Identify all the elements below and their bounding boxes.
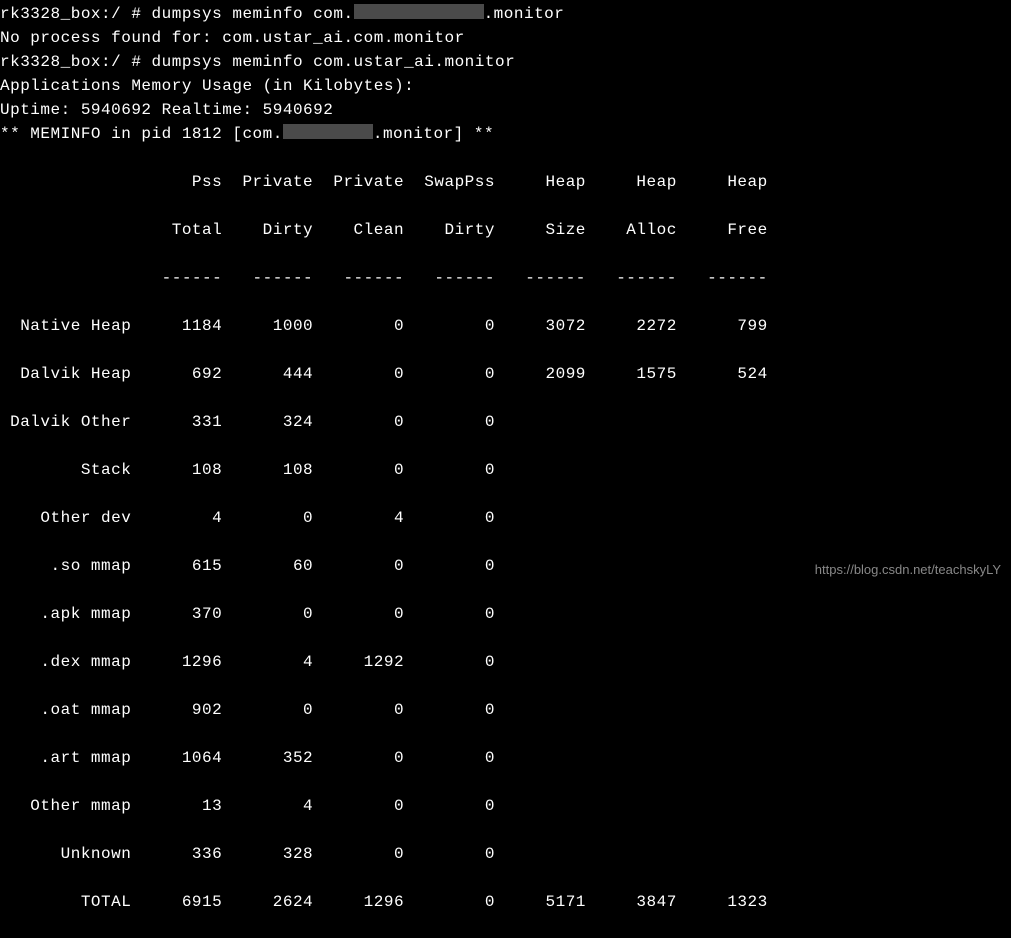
table-row-apk-mmap: .apk mmap 370 0 0 0 xyxy=(0,602,1011,626)
table-row-art-mmap: .art mmap 1064 352 0 0 xyxy=(0,746,1011,770)
table-header-row2: Total Dirty Clean Dirty Size Alloc Free xyxy=(0,218,1011,242)
table-row-oat-mmap: .oat mmap 902 0 0 0 xyxy=(0,698,1011,722)
prompt1-suffix: .monitor xyxy=(484,5,565,23)
redacted-block-1 xyxy=(354,4,484,19)
command-line-1: rk3328_box:/ # dumpsys meminfo com. .moni… xyxy=(0,2,1011,26)
table-row-dex-mmap: .dex mmap 1296 4 1292 0 xyxy=(0,650,1011,674)
table-row-other-mmap: Other mmap 13 4 0 0 xyxy=(0,794,1011,818)
table-row-native-heap: Native Heap 1184 1000 0 0 3072 2272 799 xyxy=(0,314,1011,338)
table-row-dalvik-heap: Dalvik Heap 692 444 0 0 2099 1575 524 xyxy=(0,362,1011,386)
table-divider: ------ ------ ------ ------ ------ -----… xyxy=(0,266,1011,290)
table-row-other-dev: Other dev 4 0 4 0 xyxy=(0,506,1011,530)
redacted-block-2 xyxy=(283,124,373,139)
meminfo-table: Pss Private Private SwapPss Heap Heap He… xyxy=(0,146,1011,938)
meminfo-header: ** MEMINFO in pid 1812 [com. .monitor] ** xyxy=(0,122,1011,146)
output-line-notfound: No process found for: com.ustar_ai.com.m… xyxy=(0,26,1011,50)
table-header-row1: Pss Private Private SwapPss Heap Heap He… xyxy=(0,170,1011,194)
command-line-2: rk3328_box:/ # dumpsys meminfo com.ustar… xyxy=(0,50,1011,74)
table-row-stack: Stack 108 108 0 0 xyxy=(0,458,1011,482)
output-line-appheader: Applications Memory Usage (in Kilobytes)… xyxy=(0,74,1011,98)
output-line-uptime: Uptime: 5940692 Realtime: 5940692 xyxy=(0,98,1011,122)
watermark-text: https://blog.csdn.net/teachskyLY xyxy=(815,560,1001,580)
meminfo-suffix: .monitor] ** xyxy=(373,125,494,143)
table-row-unknown: Unknown 336 328 0 0 xyxy=(0,842,1011,866)
meminfo-prefix: ** MEMINFO in pid 1812 [com. xyxy=(0,125,283,143)
table-row-total: TOTAL 6915 2624 1296 0 5171 3847 1323 xyxy=(0,890,1011,914)
table-row-dalvik-other: Dalvik Other 331 324 0 0 xyxy=(0,410,1011,434)
prompt1-prefix: rk3328_box:/ # dumpsys meminfo com. xyxy=(0,5,354,23)
